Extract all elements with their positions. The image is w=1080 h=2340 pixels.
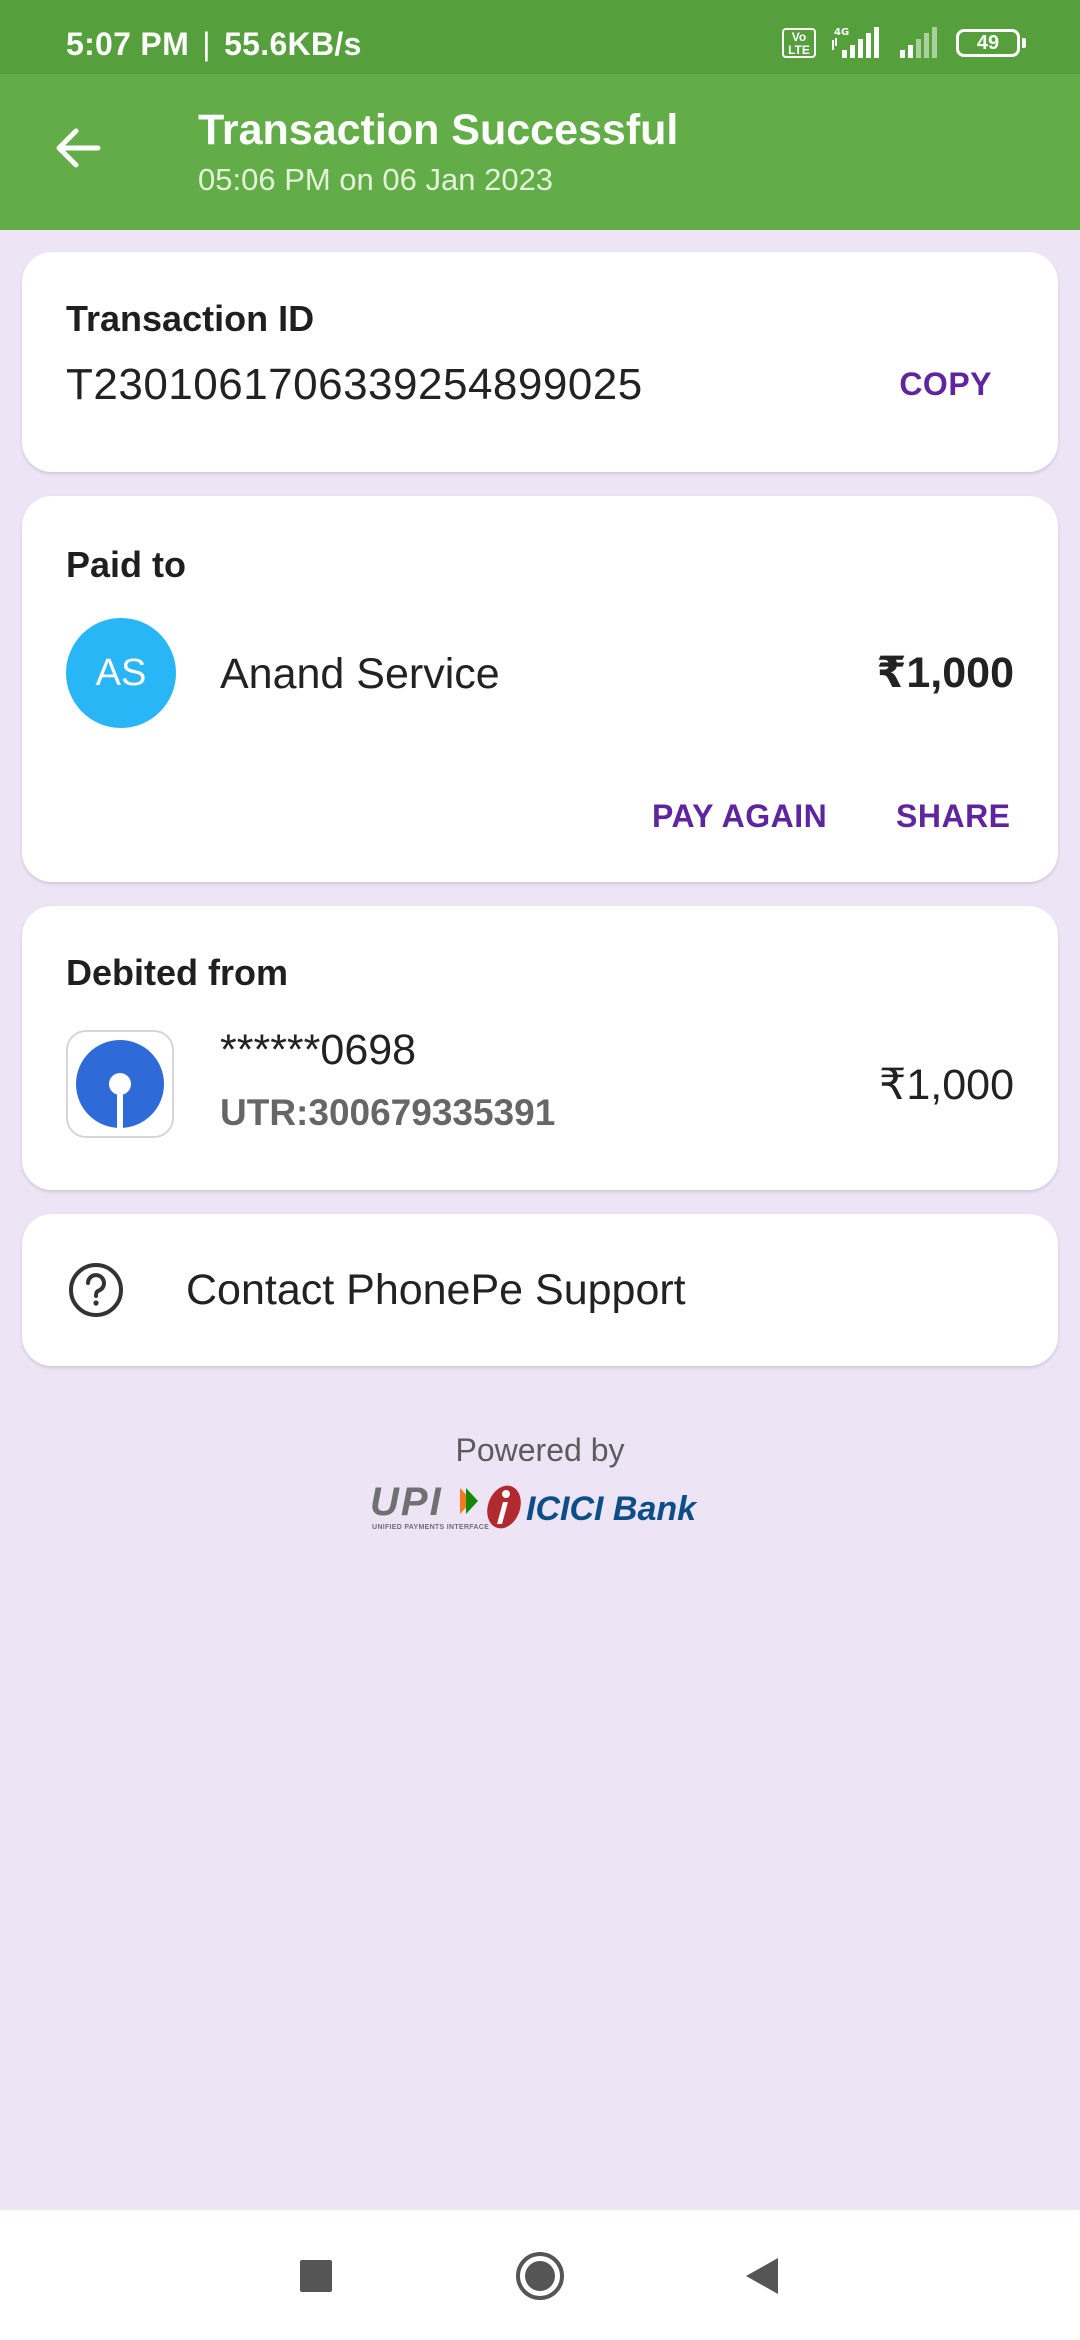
copy-button[interactable]: COPY — [899, 366, 992, 403]
transaction-id-card: Transaction ID T2301061706339254899025 C… — [22, 252, 1058, 472]
status-time: 5:07 PM — [66, 26, 190, 62]
payee-name: Anand Service — [220, 650, 500, 698]
navigation-bar — [0, 2210, 1080, 2340]
page-title: Transaction Successful — [198, 106, 679, 154]
sbi-logo-icon — [76, 1040, 164, 1128]
system-back-button[interactable] — [732, 2244, 796, 2308]
debited-from-label: Debited from — [66, 952, 289, 993]
paid-amount: ₹1,000 — [876, 649, 1014, 697]
icici-logo-icon — [487, 1485, 521, 1529]
upi-arrow-icon — [460, 1488, 478, 1514]
battery-icon: 49 — [956, 29, 1026, 57]
utr-number: UTR:300679335391 — [220, 1092, 556, 1133]
status-left: 5:07 PM | 55.6KB/s — [66, 26, 362, 63]
partner-logos: UPI UNIFIED PAYMENTS INTERFACE ICICI Ban… — [370, 1480, 710, 1540]
back-button[interactable] — [48, 118, 108, 178]
debited-from-card: Debited from ******0698 UTR:300679335391… — [22, 906, 1058, 1190]
volte-icon: Vo LTE — [782, 28, 816, 58]
transaction-datetime: 05:06 PM on 06 Jan 2023 — [198, 162, 554, 197]
network-type-label: 4G — [834, 27, 849, 38]
avatar: AS — [66, 618, 176, 728]
recent-apps-button[interactable] — [284, 2244, 348, 2308]
transaction-id-value: T2301061706339254899025 — [66, 360, 643, 409]
debited-amount: ₹1,000 — [879, 1061, 1014, 1109]
status-network-speed: 55.6KB/s — [224, 26, 362, 62]
status-separator: | — [202, 26, 211, 62]
paid-to-card: Paid to AS Anand Service ₹1,000 PAY AGAI… — [22, 496, 1058, 882]
account-number: ******0698 — [220, 1026, 417, 1074]
bank-logo — [66, 1030, 174, 1138]
app-header: Transaction Successful 05:06 PM on 06 Ja… — [0, 74, 1080, 230]
status-bar: 5:07 PM | 55.6KB/s Vo LTE 4G 49 — [0, 0, 1080, 74]
upi-subtext: UNIFIED PAYMENTS INTERFACE — [372, 1524, 490, 1531]
signal-4g-icon: 4G — [832, 27, 879, 58]
pay-again-button[interactable]: PAY AGAIN — [652, 798, 827, 835]
arrow-left-icon — [56, 128, 101, 168]
status-right: Vo LTE 4G 49 — [782, 26, 1026, 60]
powered-by-label: Powered by — [455, 1432, 625, 1468]
upi-logo: UPI — [370, 1480, 443, 1524]
help-icon — [66, 1260, 126, 1320]
contact-support-card[interactable]: Contact PhonePe Support — [22, 1214, 1058, 1366]
signal-weak-icon — [900, 27, 937, 58]
home-button[interactable] — [508, 2244, 572, 2308]
transaction-id-label: Transaction ID — [66, 298, 315, 339]
contact-support-label: Contact PhonePe Support — [186, 1266, 686, 1314]
icici-bank-logo-text: ICICI Bank — [526, 1490, 697, 1528]
share-button[interactable]: SHARE — [896, 798, 1011, 835]
paid-to-label: Paid to — [66, 544, 187, 585]
